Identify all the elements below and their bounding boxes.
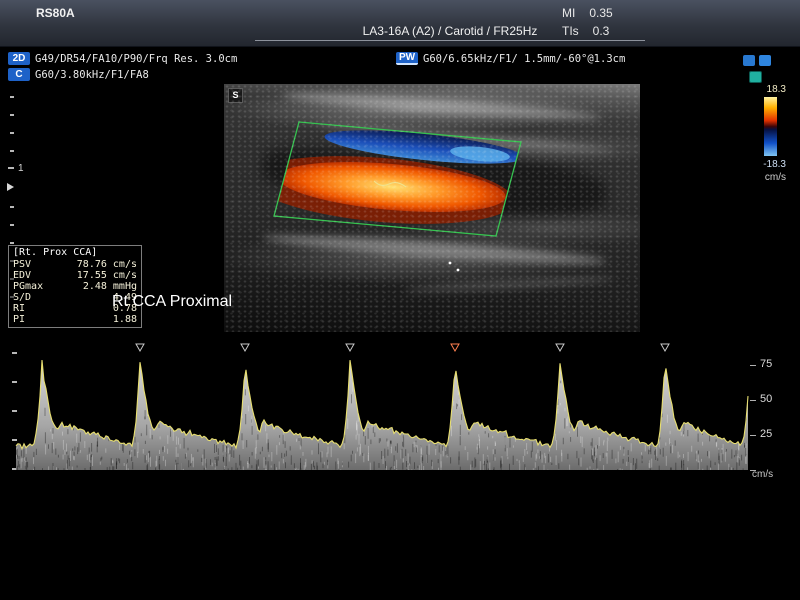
colorbar-max-velocity: 18.3 [748,84,786,95]
measurement-row: PI1.88 [13,314,137,325]
beat-marker-icon [451,344,459,351]
scale-unit: cm/s [752,469,786,480]
mi-label: MI [562,6,575,20]
scale-tick [750,400,756,401]
b-mode-params: G49/DR54/FA10/P90/Frq Res. 3.0cm [35,53,237,65]
beat-marker-icon [241,344,249,351]
mechanical-index: MI 0.35 [562,6,652,20]
tis-value: 0.3 [593,24,610,38]
ruler-tick [10,96,14,98]
ruler-tick [10,224,14,226]
beat-marker-icon [136,344,144,351]
measurement-row: EDV17.55 cm/s [13,270,137,281]
colorbar-min-velocity: -18.3 [744,159,786,170]
focus-tick [8,167,14,169]
measurement-title: [Rt. Prox CCA] [13,247,137,258]
measurement-row: PSV78.76 cm/s [13,259,137,270]
machine-model: RS80A [36,6,75,20]
b-mode-image: S [224,84,640,332]
scale-tick [750,365,756,366]
indicator-icon-blue-2[interactable] [759,55,771,66]
ruler-tick [10,150,14,152]
indicator-icon-blue-1[interactable] [743,55,755,66]
ultrasound-screen: RS80A LA3-16A (A2) / Carotid / FR25Hz MI… [0,0,800,600]
ruler-tick [10,114,14,116]
orientation-marker: S [228,88,243,103]
annotation-text: Rt CCA Proximal [112,293,232,311]
caliper-dot [449,262,452,265]
scale-label-50: 50 [760,393,786,405]
caliper-dot [457,269,460,272]
focus-arrow-icon[interactable] [7,183,14,191]
scale-label-25: 25 [760,428,786,440]
ruler-tick [10,206,14,208]
beat-marker-icon [556,344,564,351]
indicator-icon-teal[interactable] [749,71,762,83]
thermal-index: TIs 0.3 [562,24,652,38]
scale-label-75: 75 [760,358,786,370]
tis-label: TIs [562,24,579,38]
depth-marker-label: 1 [18,163,24,174]
ruler-tick [10,132,14,134]
mi-value: 0.35 [589,6,612,20]
color-doppler-overlay [224,84,640,332]
preset-divider [255,40,645,41]
color-mode-badge: C [8,68,30,81]
color-mode-params: G60/3.80kHz/F1/FA8 [35,69,149,81]
b-mode-badge: 2D [8,52,30,65]
ruler-tick [10,242,14,244]
pw-mode-params: G60/6.65kHz/F1/ 1.5mm/-60°@1.3cm [423,53,625,65]
beat-marker-icon [346,344,354,351]
pw-mode-badge: PW [396,52,418,65]
measurement-panel: [Rt. Prox CCA] PSV78.76 cm/s EDV17.55 cm… [8,245,142,328]
scale-tick [750,435,756,436]
color-doppler-scale-bar [764,97,777,156]
measurement-row: PGmax2.48 mmHg [13,281,137,292]
spectral-doppler-chart [0,330,800,490]
beat-marker-icon [661,344,669,351]
colorbar-unit: cm/s [748,172,786,183]
top-status-bar: RS80A LA3-16A (A2) / Carotid / FR25Hz MI… [0,0,800,47]
